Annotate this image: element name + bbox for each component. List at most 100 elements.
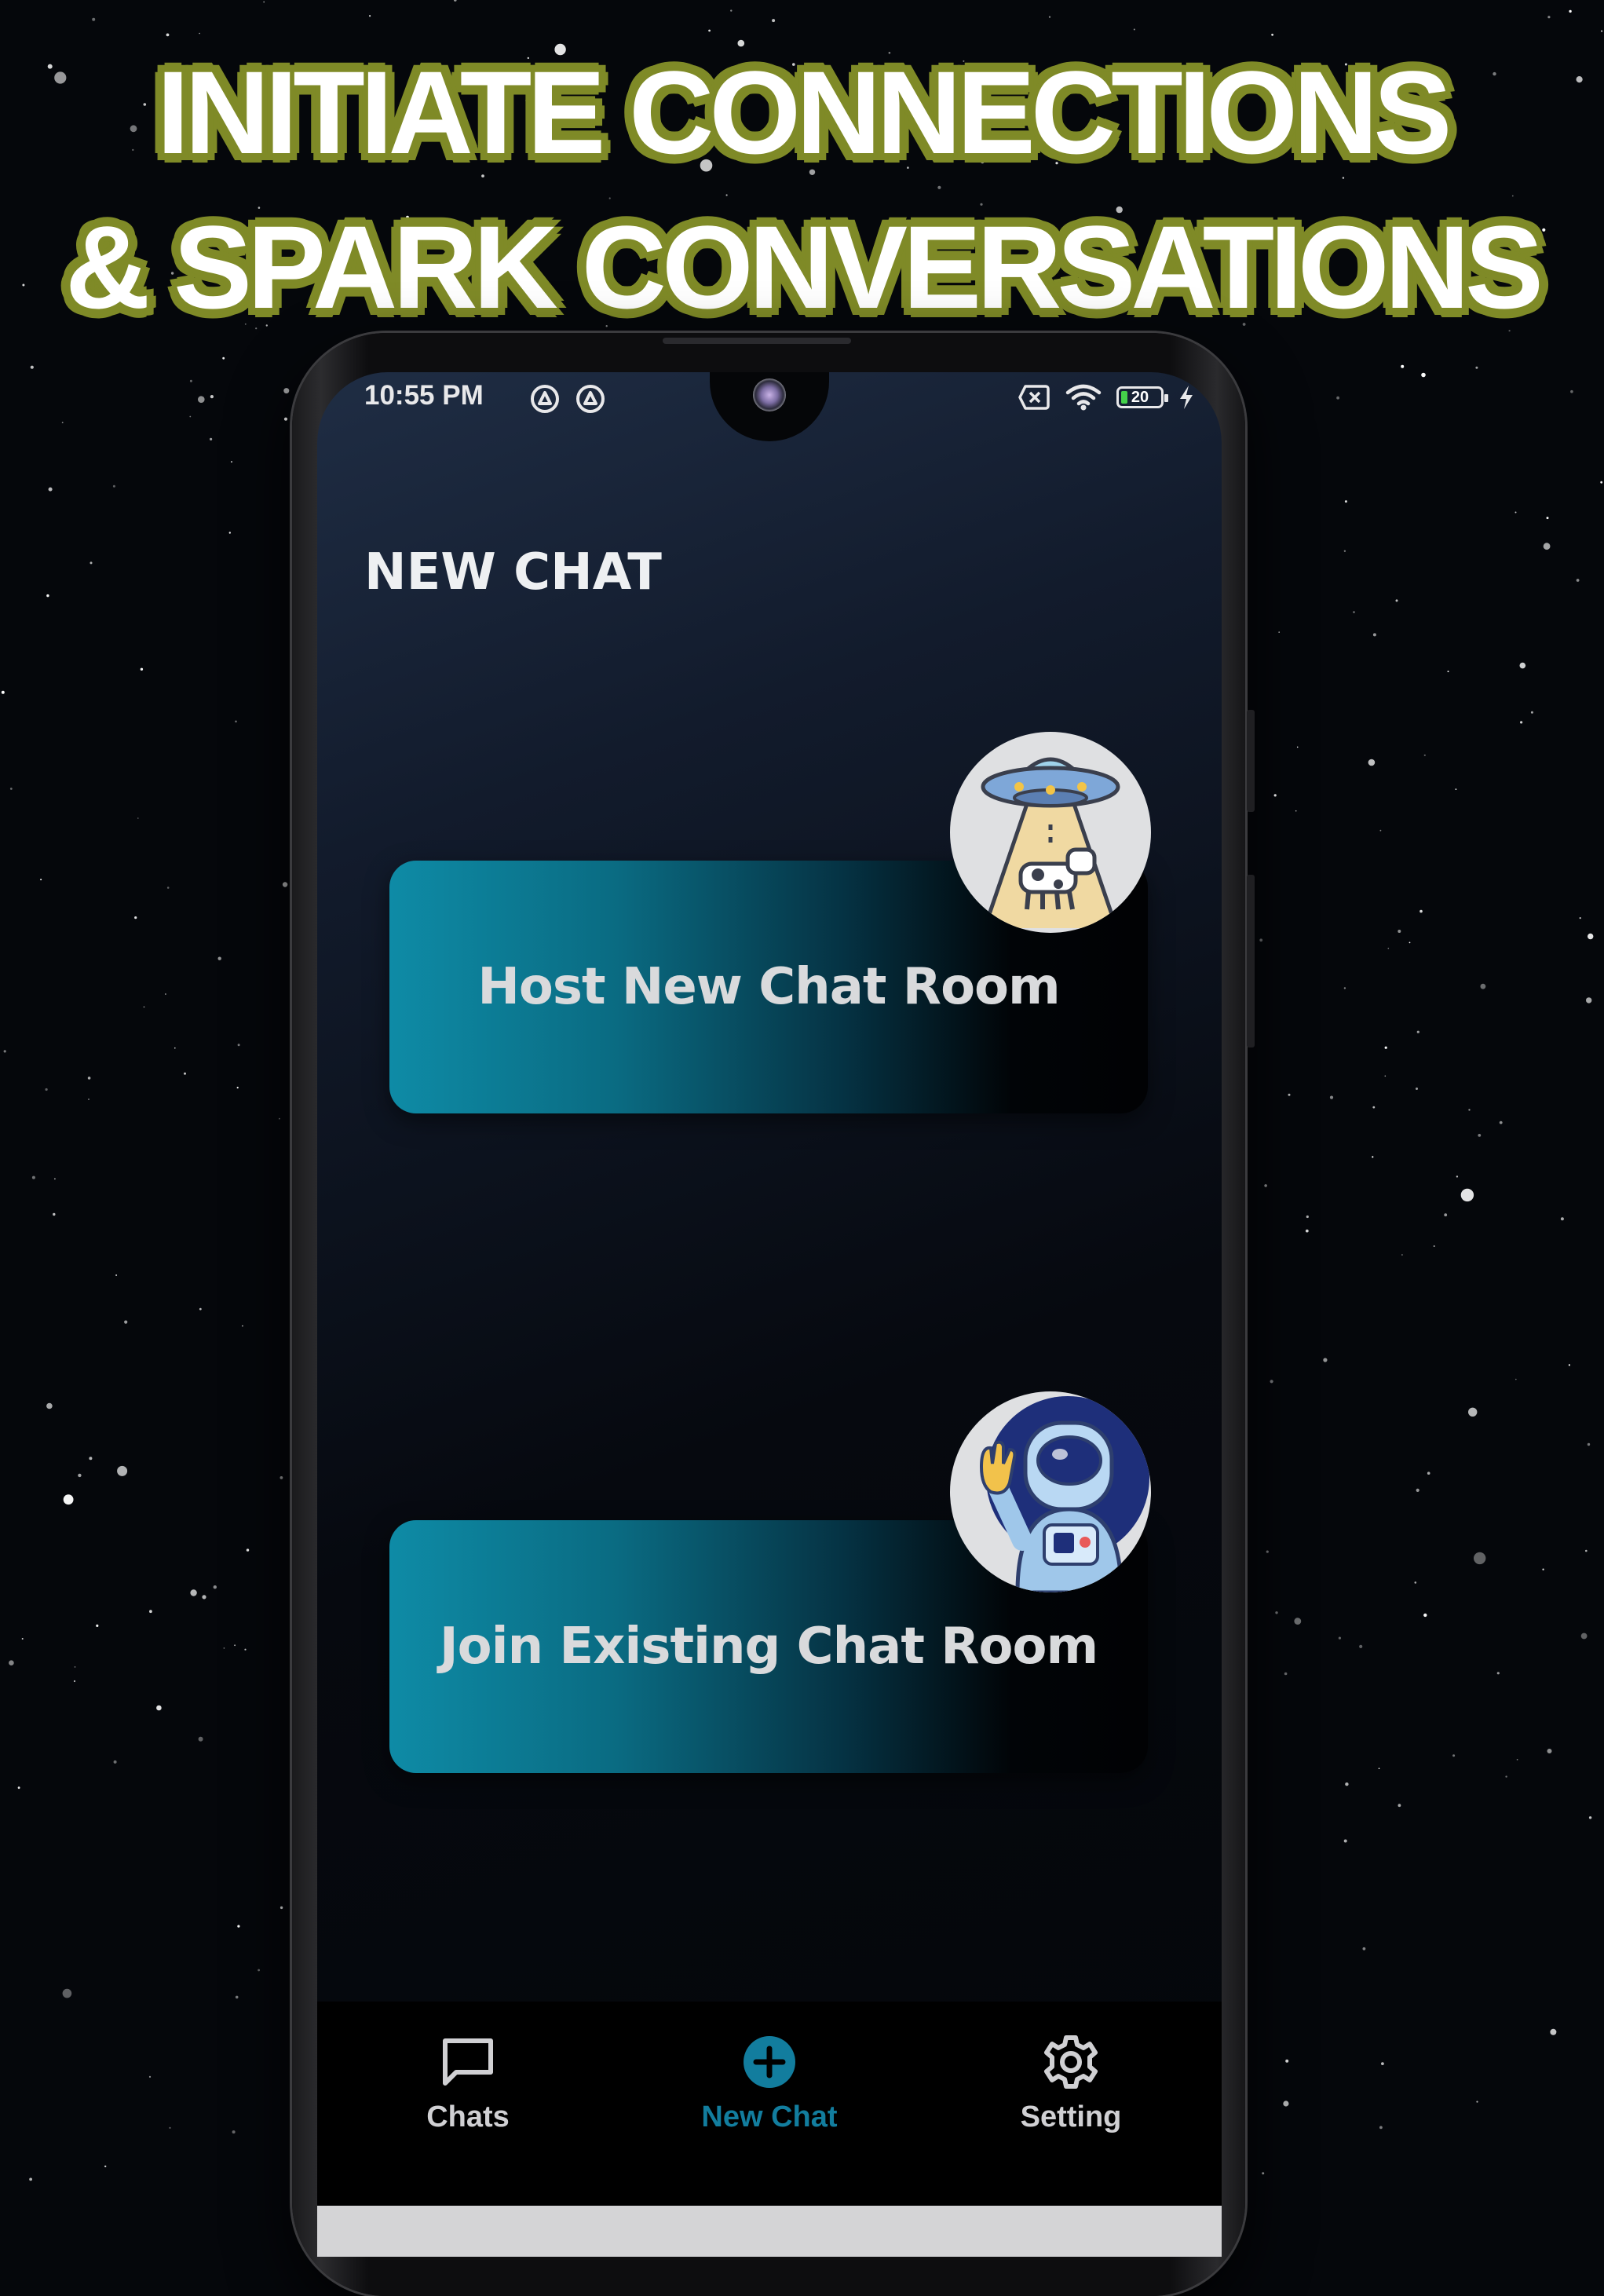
- star: [1560, 1217, 1564, 1221]
- star: [1579, 917, 1581, 919]
- star: [117, 1465, 128, 1476]
- star: [1547, 16, 1551, 19]
- star: [1264, 1184, 1267, 1187]
- star: [1580, 1632, 1588, 1640]
- star: [1266, 1550, 1269, 1553]
- star: [1427, 1472, 1430, 1475]
- star: [169, 2126, 171, 2129]
- nav-chats[interactable]: Chats: [350, 2002, 586, 2134]
- status-time: 10:55 PM: [364, 380, 484, 411]
- battery-indicator: 20: [1116, 386, 1168, 408]
- star: [222, 356, 225, 360]
- star: [1480, 983, 1486, 989]
- star: [1359, 1644, 1363, 1648]
- star: [199, 1307, 202, 1311]
- notification-app-icon: [576, 385, 605, 413]
- star: [40, 879, 42, 881]
- star: [46, 1402, 53, 1409]
- star: [1048, 16, 1051, 18]
- star: [61, 422, 64, 423]
- star: [202, 1595, 206, 1600]
- star: [258, 1969, 260, 1972]
- star: [1419, 909, 1423, 913]
- star: [96, 1624, 99, 1627]
- star: [189, 415, 192, 418]
- star: [242, 1325, 243, 1327]
- star: [1401, 364, 1405, 368]
- star: [1476, 2100, 1478, 2103]
- star: [1416, 1088, 1418, 1090]
- notification-app-icon: [531, 385, 559, 413]
- star: [148, 2075, 152, 2078]
- star: [88, 1099, 90, 1100]
- star: [62, 1988, 72, 1998]
- star: [87, 1077, 91, 1080]
- star: [1414, 1581, 1417, 1584]
- star: [1336, 396, 1339, 400]
- star: [234, 1644, 236, 1647]
- star: [1372, 633, 1376, 637]
- star: [223, 1647, 225, 1649]
- star: [1519, 662, 1526, 669]
- star: [1587, 1442, 1591, 1446]
- star: [1588, 1816, 1592, 1819]
- star: [1421, 372, 1426, 378]
- astronaut-waving-icon: [950, 1391, 1151, 1592]
- star: [78, 1473, 82, 1478]
- system-gesture-bar: [317, 2206, 1222, 2257]
- star: [1271, 33, 1273, 36]
- power-button: [1247, 875, 1255, 1047]
- status-system-icons: 20: [1018, 383, 1195, 411]
- star: [73, 1680, 76, 1683]
- star: [1460, 1188, 1474, 1202]
- gear-icon: [1043, 2035, 1098, 2089]
- star: [1379, 2126, 1383, 2130]
- star: [1379, 829, 1382, 832]
- star: [282, 882, 288, 887]
- star: [1288, 1093, 1291, 1096]
- star: [29, 2177, 32, 2181]
- ufo-cow-icon: [950, 732, 1151, 933]
- star: [92, 17, 96, 21]
- star: [1283, 2100, 1289, 2107]
- star: [1416, 1030, 1419, 1033]
- star: [31, 1175, 35, 1179]
- star: [1543, 543, 1551, 550]
- star: [1511, 195, 1514, 197]
- star: [280, 1476, 283, 1479]
- star: [174, 1047, 176, 1049]
- nav-setting[interactable]: Setting: [953, 2002, 1189, 2134]
- star: [90, 561, 93, 565]
- star: [137, 817, 139, 819]
- star: [1343, 987, 1346, 989]
- star: [156, 1705, 162, 1711]
- star: [9, 1660, 14, 1665]
- star: [237, 1044, 240, 1047]
- phone-frame: 10:55 PM 20 NEW CHAT Host New Chat Room …: [292, 333, 1255, 2296]
- promo-headline-line2: & SPARK CONVERSATIONS: [65, 201, 1544, 333]
- star: [235, 1995, 239, 1999]
- star: [166, 33, 170, 37]
- star: [140, 667, 144, 671]
- star: [1387, 947, 1390, 949]
- star: [1259, 938, 1263, 942]
- star: [1456, 1175, 1459, 1178]
- nav-new-chat[interactable]: New Chat: [652, 2002, 887, 2134]
- battery-fill: [1121, 391, 1127, 404]
- star: [725, 194, 728, 196]
- star: [112, 484, 115, 488]
- star: [1306, 1215, 1309, 1219]
- nav-chats-label: Chats: [426, 2100, 510, 2133]
- star: [1514, 511, 1517, 514]
- star: [1569, 9, 1572, 13]
- sim-off-icon: [1018, 385, 1050, 410]
- star: [1601, 30, 1603, 32]
- star: [1285, 2059, 1289, 2063]
- star: [210, 395, 214, 399]
- star: [1547, 1749, 1552, 1753]
- star: [104, 2165, 107, 2168]
- star: [283, 417, 288, 421]
- star: [74, 1666, 76, 1668]
- star: [189, 379, 192, 382]
- star: [1262, 2172, 1265, 2175]
